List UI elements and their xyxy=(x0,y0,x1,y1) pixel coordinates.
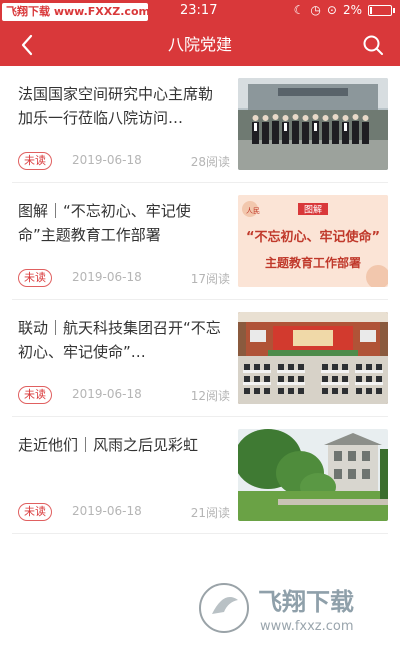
battery-icon xyxy=(368,4,395,16)
svg-text:人民: 人民 xyxy=(246,207,260,215)
article-thumbnail: 人民 图解 “不忘初心、牢记使命” 主题教育工作部署 xyxy=(238,195,388,287)
watermark-logo: 飞翔下载 www.fxxz.com xyxy=(194,578,394,640)
status-bar: 飞翔下载 www.FXXZ.com 23:17 ☾ ◷ ⊙ 2% xyxy=(0,0,400,24)
moon-icon: ☾ xyxy=(293,3,305,17)
page-title: 八院党建 xyxy=(167,35,232,54)
search-button[interactable] xyxy=(358,30,388,60)
article-meta: 未读 2019-06-18 28阅读 xyxy=(18,152,230,172)
article-date: 2019-06-18 xyxy=(72,153,142,167)
article-meta: 未读 2019-06-18 21阅读 xyxy=(18,503,230,523)
article-list: 法国国家空间研究中心主席勒加乐一行莅临八院访问… 未读 2019-06-18 2… xyxy=(0,66,400,534)
article-thumbnail xyxy=(238,429,388,521)
article-read-count: 28阅读 xyxy=(190,155,230,169)
article-date: 2019-06-18 xyxy=(72,504,142,518)
list-item[interactable]: 图解｜“不忘初心、牢记使命”主题教育工作部署 未读 2019-06-18 17阅… xyxy=(12,183,388,300)
article-date: 2019-06-18 xyxy=(72,270,142,284)
thumb-label-small: 图解 xyxy=(304,204,322,216)
article-thumbnail xyxy=(238,78,388,170)
article-thumbnail xyxy=(238,312,388,404)
watermark-label: 飞翔下载 www.FXXZ.com xyxy=(2,3,148,21)
back-button[interactable] xyxy=(12,30,42,60)
chevron-left-icon xyxy=(21,34,33,56)
list-item[interactable]: 联动｜航天科技集团召开“不忘初心、牢记使命”… 未读 2019-06-18 12… xyxy=(12,300,388,417)
status-time: 23:17 xyxy=(180,3,218,18)
article-date: 2019-06-18 xyxy=(72,387,142,401)
article-title: 法国国家空间研究中心主席勒加乐一行莅临八院访问… xyxy=(18,85,214,127)
list-item[interactable]: 法国国家空间研究中心主席勒加乐一行莅临八院访问… 未读 2019-06-18 2… xyxy=(12,66,388,183)
status-badge: 未读 xyxy=(18,152,52,170)
article-title: 图解｜“不忘初心、牢记使命”主题教育工作部署 xyxy=(18,202,191,244)
watermark-brand: 飞翔下载 xyxy=(258,588,354,616)
list-item[interactable]: 走近他们｜风雨之后见彩虹 未读 2019-06-18 21阅读 xyxy=(12,417,388,534)
status-badge: 未读 xyxy=(18,386,52,404)
article-meta: 未读 2019-06-18 12阅读 xyxy=(18,386,230,406)
status-badge: 未读 xyxy=(18,503,52,521)
battery-percent: 2% xyxy=(342,3,362,17)
nav-bar: 八院党建 xyxy=(0,24,400,66)
thumb-label-sub: 主题教育工作部署 xyxy=(265,255,361,270)
article-title: 走近他们｜风雨之后见彩虹 xyxy=(18,436,199,454)
search-icon xyxy=(363,35,383,55)
alarm-icon: ◷ xyxy=(310,3,321,17)
thumb-label-main: “不忘初心、牢记使命” xyxy=(246,229,380,245)
status-badge: 未读 xyxy=(18,269,52,287)
clock-icon: ⊙ xyxy=(326,3,337,17)
article-read-count: 17阅读 xyxy=(190,272,230,286)
status-icons: ☾ ◷ ⊙ 2% xyxy=(293,3,395,17)
article-read-count: 12阅读 xyxy=(190,389,230,403)
article-read-count: 21阅读 xyxy=(190,506,230,520)
article-meta: 未读 2019-06-18 17阅读 xyxy=(18,269,230,289)
article-title: 联动｜航天科技集团召开“不忘初心、牢记使命”… xyxy=(18,319,221,361)
watermark-url: www.fxxz.com xyxy=(260,619,354,634)
